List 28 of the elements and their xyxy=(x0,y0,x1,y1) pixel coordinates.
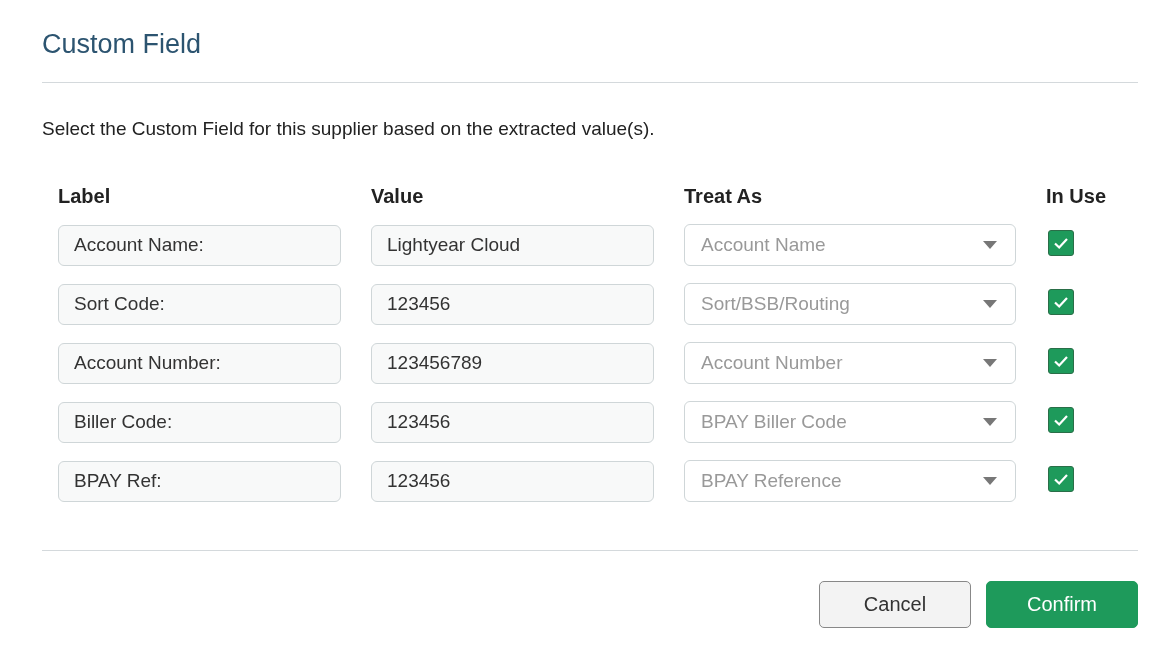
caret-icon xyxy=(983,418,997,426)
caret-icon xyxy=(983,359,997,367)
column-header: Label xyxy=(58,184,112,208)
label-field[interactable]: Account Number: xyxy=(58,342,341,384)
in-use-checkbox[interactable] xyxy=(1048,466,1074,492)
cancel-button[interactable]: Cancel xyxy=(819,581,971,628)
value-field[interactable]: 123456 xyxy=(371,401,654,443)
in-use-checkbox[interactable] xyxy=(1048,407,1074,433)
in-use-checkbox[interactable] xyxy=(1048,289,1074,315)
label-field[interactable]: BPAY Ref: xyxy=(58,460,341,502)
label-field[interactable]: Account Name: xyxy=(58,224,341,266)
confirm-button[interactable]: Confirm xyxy=(986,581,1138,628)
value-field[interactable]: Lightyear Cloud xyxy=(371,224,654,266)
column-header: Value xyxy=(371,184,425,208)
value-field[interactable]: 123456789 xyxy=(371,342,654,384)
column-header: In Use xyxy=(1046,184,1108,208)
in-use-checkbox[interactable] xyxy=(1048,230,1074,256)
caret-icon xyxy=(983,477,997,485)
description-text: Select the Custom Field for this supplier based on the extracted value(s). xyxy=(42,117,656,141)
value-field[interactable]: 123456 xyxy=(371,460,654,502)
in-use-checkbox[interactable] xyxy=(1048,348,1074,374)
label-field[interactable]: Sort Code: xyxy=(58,283,341,325)
caret-icon xyxy=(983,241,997,249)
value-field[interactable]: 123456 xyxy=(371,283,654,325)
dialog-title: Custom Field xyxy=(42,28,203,60)
column-header: Treat As xyxy=(684,184,764,208)
label-field[interactable]: Biller Code: xyxy=(58,401,341,443)
caret-icon xyxy=(983,300,997,308)
